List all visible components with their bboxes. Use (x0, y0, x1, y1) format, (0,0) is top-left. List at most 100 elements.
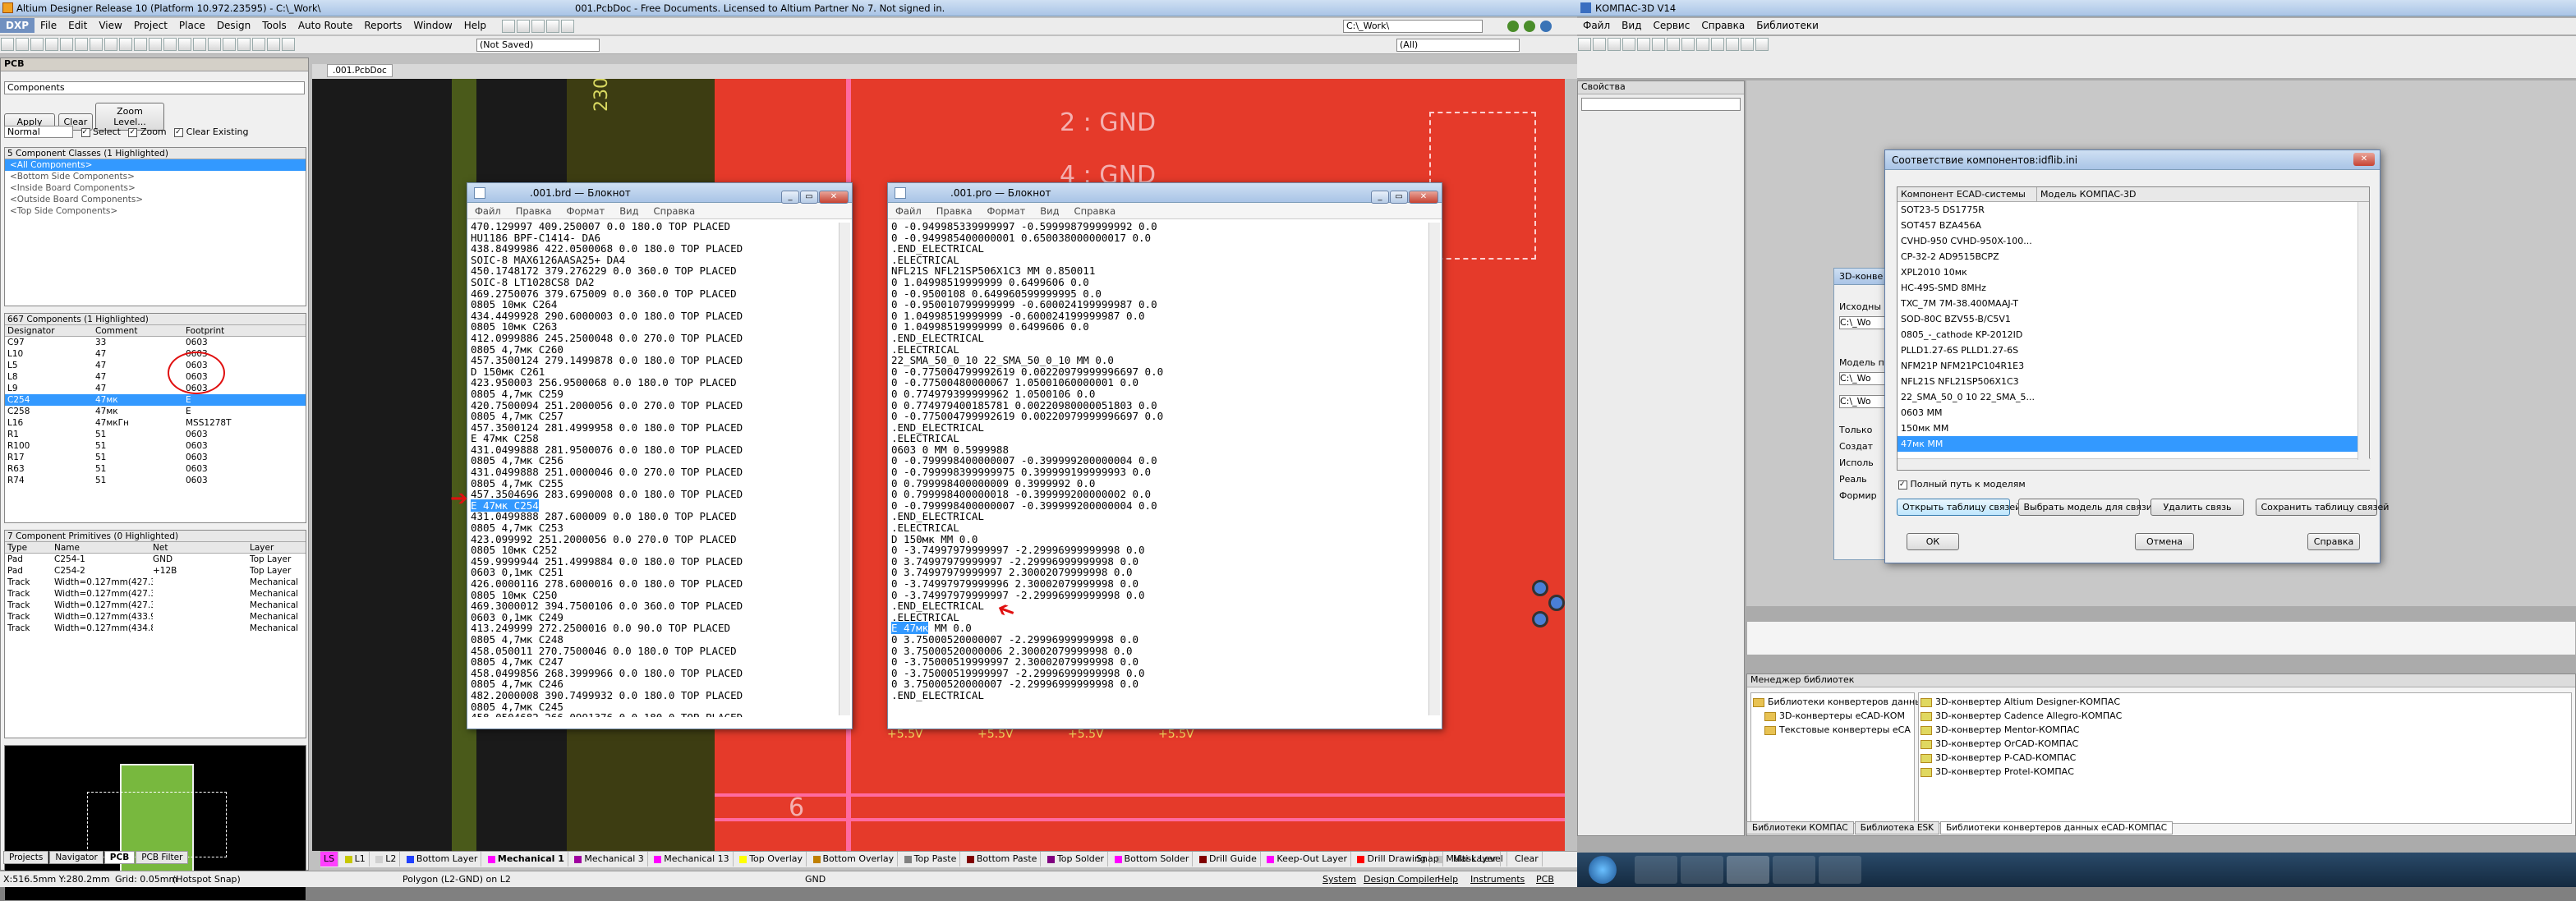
mapping-vscroll[interactable] (2358, 202, 2369, 460)
save-icon[interactable] (30, 38, 44, 51)
tree-item[interactable]: Библиотеки конвертеров данны (1753, 695, 1922, 709)
table-row[interactable]: Track Width=0.127mm(433.95 Mechanical (5, 611, 306, 623)
menu-tools[interactable]: Tools (256, 18, 292, 33)
bg-radio[interactable]: Реаль (1839, 474, 1867, 485)
menu-edit[interactable]: Правка (508, 205, 559, 217)
forward-icon[interactable] (1524, 21, 1535, 32)
tab-projects[interactable]: Projects (3, 851, 49, 864)
table-row[interactable]: CVHD-950 CVHD-950X-100... (1898, 233, 2369, 249)
menu-edit[interactable]: Правка (929, 205, 980, 217)
all-select[interactable]: (All) (1396, 39, 1520, 52)
table-row[interactable]: R17 51 0603 (5, 452, 306, 463)
library-item[interactable]: 3D-конвертер P-CAD-КОМПАС (1920, 751, 2569, 765)
library-item[interactable]: 3D-конвертер Altium Designer-КОМПАС (1920, 695, 2569, 709)
redo-icon[interactable] (208, 38, 221, 51)
clear-existing-checkbox[interactable]: ✓ (174, 127, 184, 137)
table-row[interactable]: Track Width=0.127mm(427.3r Mechanical (5, 600, 306, 611)
path-field[interactable]: C:\_Work\ (1343, 20, 1483, 33)
via-icon[interactable] (237, 38, 251, 51)
menu-dxp[interactable]: DXP (0, 18, 35, 33)
kompas-menu-libraries[interactable]: Библиотеки (1750, 18, 1824, 33)
string-icon[interactable] (267, 38, 280, 51)
kompas-menu-file[interactable]: Файл (1577, 18, 1616, 33)
library-item[interactable]: 3D-конвертер OrCAD-КОМПАС (1920, 737, 2569, 751)
class-item[interactable]: <Bottom Side Components> (5, 171, 306, 182)
class-item[interactable]: <Outside Board Components> (5, 194, 306, 205)
clear-mask-button[interactable]: Clear (1511, 852, 1543, 867)
redo-icon[interactable] (1696, 38, 1709, 51)
deselect-icon[interactable] (163, 38, 177, 51)
print-icon[interactable] (1622, 38, 1635, 51)
layer-tab-keep-out-layer[interactable]: Keep-Out Layer (1263, 852, 1351, 867)
layer-tab-ls[interactable]: LS (320, 852, 339, 867)
bg-check[interactable]: Только (1839, 425, 1872, 435)
table-row[interactable]: R63 51 0603 (5, 463, 306, 475)
home-icon[interactable] (1540, 21, 1552, 32)
table-row[interactable]: NFM21P NFM21PC104R1E3 (1898, 358, 2369, 374)
table-row[interactable]: C97 33 0603 (5, 337, 306, 348)
mask-level-button[interactable]: Mask Level (1450, 852, 1507, 867)
layer-tab-mechanical-3[interactable]: Mechanical 3 (571, 852, 648, 867)
cut-icon[interactable] (1637, 38, 1650, 51)
open-icon[interactable] (1593, 38, 1606, 51)
layer-tab-bottom-paste[interactable]: Bottom Paste (964, 852, 1042, 867)
open-icon[interactable] (16, 38, 29, 51)
tool-icon[interactable] (502, 20, 515, 33)
open-links-table-button[interactable]: Открыть таблицу связей (1897, 499, 2021, 516)
help-icon[interactable] (1755, 38, 1769, 51)
zoom-checkbox[interactable]: ✓ (128, 127, 138, 137)
layer-tab-top-paste[interactable]: Top Paste (901, 852, 961, 867)
kompas-menu-view[interactable]: Вид (1616, 18, 1647, 33)
taskbar-app-icon[interactable] (1681, 856, 1723, 884)
close-icon[interactable]: ✕ (2353, 153, 2375, 166)
table-row[interactable]: SOT457 BZA456A (1898, 218, 2369, 233)
menu-view[interactable]: View (93, 18, 127, 33)
close-button[interactable]: ✕ (819, 191, 849, 204)
snap-button[interactable]: Snap (1413, 852, 1443, 867)
table-row[interactable]: SOT23-5 DS1775R (1898, 202, 2369, 218)
tool-icon[interactable] (561, 20, 574, 33)
layer-tab-bottom-solder[interactable]: Bottom Solder (1111, 852, 1194, 867)
taskbar-app-icon[interactable] (1727, 856, 1769, 884)
layer-tab-top-overlay[interactable]: Top Overlay (736, 852, 807, 867)
choose-model-button[interactable]: Выбрать модель для связи (2017, 499, 2152, 516)
copy-icon[interactable] (1652, 38, 1665, 51)
cross-probe-icon[interactable] (178, 38, 191, 51)
table-row[interactable]: C254 47мк E (5, 394, 306, 406)
layer-tab-l1[interactable]: L1 (342, 852, 370, 867)
tool-icon[interactable] (531, 20, 545, 33)
class-item[interactable]: <Top Side Components> (5, 205, 306, 217)
menu-reports[interactable]: Reports (358, 18, 407, 33)
col-designator[interactable]: Designator (5, 325, 95, 336)
table-row[interactable]: Track Width=0.127mm(434.8r Mechanical (5, 623, 306, 634)
col-layer[interactable]: Layer (250, 542, 306, 553)
bg-radio[interactable]: Исполь (1839, 457, 1874, 468)
not-saved-select[interactable]: (Not Saved) (476, 39, 600, 52)
table-row[interactable]: Track Width=0.127mm(427.3r Mechanical (5, 577, 306, 588)
col-comment[interactable]: Comment (95, 325, 186, 336)
library-icon[interactable] (1726, 38, 1739, 51)
new-icon[interactable] (1578, 38, 1591, 51)
table-row[interactable]: L16 47мкГн MSS1278T (5, 417, 306, 429)
col-type[interactable]: Type (5, 542, 54, 553)
paste-icon[interactable] (1667, 38, 1680, 51)
layer-tab-top-solder[interactable]: Top Solder (1044, 852, 1109, 867)
maximize-button[interactable]: ▭ (800, 191, 818, 204)
mask-mode-select[interactable]: Normal (4, 126, 73, 138)
notepad-pro-scrollbar[interactable] (1428, 223, 1440, 715)
library-item[interactable]: 3D-конвертер Mentor-КОМПАС (1920, 723, 2569, 737)
layer-tab-l2[interactable]: L2 (372, 852, 401, 867)
properties-select[interactable] (1581, 98, 1741, 111)
minimize-button[interactable]: _ (781, 191, 799, 204)
kompas-menu-service[interactable]: Сервис (1647, 18, 1695, 33)
print-icon[interactable] (45, 38, 58, 51)
menu-file[interactable]: Файл (467, 205, 508, 217)
help-button[interactable]: Справка (2307, 533, 2360, 550)
menu-help[interactable]: Справка (646, 205, 703, 217)
table-row[interactable]: XPL2010 10мк (1898, 264, 2369, 280)
tab-ecad-converters[interactable]: Библиотеки конвертеров данных eCAD-КОМПА… (1940, 821, 2174, 834)
tab-esk-library[interactable]: Библиотека ESK (1854, 821, 1940, 834)
table-row[interactable]: Pad C254-1 GND Top Layer (5, 554, 306, 565)
variables-icon[interactable] (1741, 38, 1754, 51)
class-item[interactable]: <All Components> (5, 159, 306, 171)
